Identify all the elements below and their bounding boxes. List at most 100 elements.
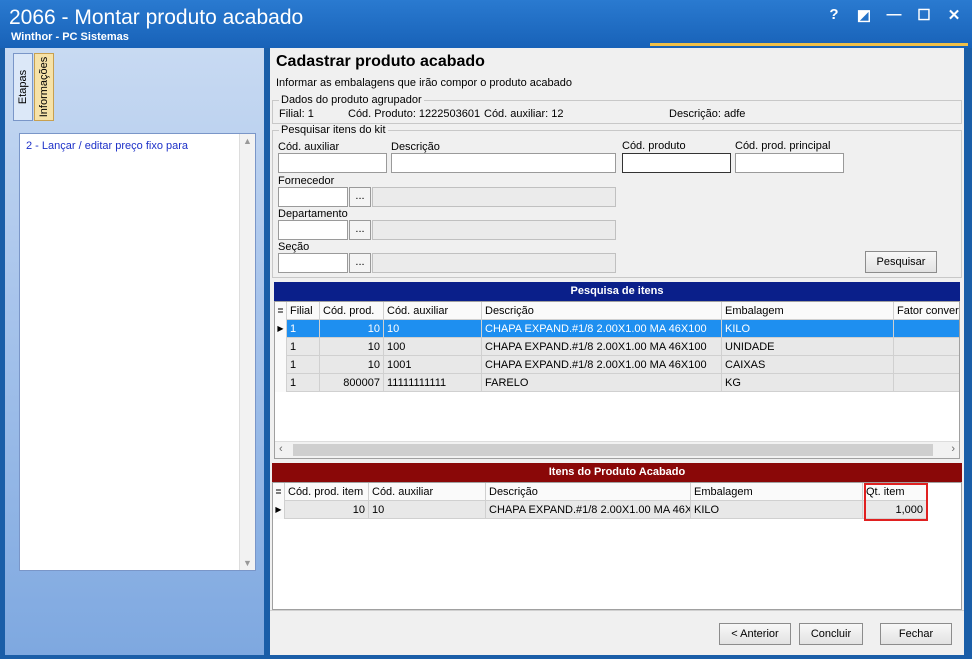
search-group: Pesquisar itens do kit Cód. auxiliar Des… [272,124,962,278]
button-bar: < Anterior Concluir Fechar [270,610,964,655]
scrollbar-thumb[interactable] [293,444,933,456]
cell: 1 [287,338,320,356]
scroll-left-icon[interactable]: ‹ [279,443,283,455]
itens-grid-title: Itens do Produto Acabado [272,463,962,482]
list-scrollbar[interactable]: ▲ ▼ [239,134,255,570]
fornecedor-label: Fornecedor [278,175,335,187]
row-indicator [275,356,287,374]
window-controls: ? ◩ — ☐ ✕ [826,6,962,24]
agrupador-legend: Dados do produto agrupador [279,94,424,106]
cell [894,320,959,338]
row-indicator-icon: ▶ [273,501,285,519]
cell: 800007 [320,374,384,392]
fechar-button[interactable]: Fechar [880,623,952,645]
cell: 1 [287,374,320,392]
agrupador-group: Dados do produto agrupador Filial: 1 Cód… [272,94,962,124]
maximize-icon[interactable]: ☐ [916,6,932,24]
departamento-input[interactable] [278,220,348,240]
cell: KILO [691,501,863,519]
cod-produto-label: Cód. produto [622,140,686,152]
secao-name-field [372,253,616,273]
fornecedor-name-field [372,187,616,207]
cell: 10 [320,356,384,374]
fornecedor-lookup-button[interactable]: ... [349,187,371,207]
cell: 1001 [384,356,482,374]
cod-prod-principal-label: Cód. prod. principal [735,140,831,152]
column-header[interactable]: Fator conver [894,302,959,320]
column-header[interactable]: Cód. auxiliar [369,483,486,501]
cell: 1 [287,356,320,374]
anterior-button[interactable]: < Anterior [719,623,791,645]
pesquisa-grid[interactable]: ≣ Filial Cód. prod. Cód. auxiliar Descri… [274,301,960,459]
concluir-button[interactable]: Concluir [799,623,863,645]
cell: 11111111111 [384,374,482,392]
window-title: 2066 - Montar produto acabado [9,6,304,29]
cell: CHAPA EXPAND.#1/8 2.00X1.00 MA 46X100 [482,338,722,356]
tab-informacoes-label: Informações [38,56,50,118]
horizontal-scrollbar[interactable]: ‹ › [275,441,959,458]
cod-prod-principal-input[interactable] [735,153,844,173]
cell: 1 [287,320,320,338]
filial-text: Filial: 1 [279,108,314,120]
cod-auxiliar-input[interactable] [278,153,387,173]
window-subtitle: Winthor - PC Sistemas [11,31,129,43]
help-icon[interactable]: ? [826,6,842,24]
departamento-lookup-button[interactable]: ... [349,220,371,240]
column-header[interactable]: Descrição [486,483,691,501]
cell: 10 [369,501,486,519]
main-panel: Cadastrar produto acabado Informar as em… [270,48,964,655]
scroll-down-icon[interactable]: ▼ [243,558,252,568]
title-bar: 2066 - Montar produto acabado Winthor - … [0,0,972,48]
column-chooser-icon[interactable]: ≣ [275,302,287,320]
cell: CHAPA EXPAND.#1/8 2.00X1.00 MA 46X100 [482,356,722,374]
tab-etapas[interactable]: Etapas [13,53,33,121]
column-header[interactable]: Cód. auxiliar [384,302,482,320]
itens-grid[interactable]: ≣ Cód. prod. item Cód. auxiliar Descriçã… [272,482,962,610]
column-header[interactable]: Embalagem [722,302,894,320]
accent-line [650,43,968,46]
minimize-icon[interactable]: — [886,6,902,24]
column-header[interactable]: Embalagem [691,483,863,501]
pesquisa-grid-title: Pesquisa de itens [274,282,960,301]
skin-icon[interactable]: ◩ [856,6,872,24]
cell [894,374,959,392]
fornecedor-input[interactable] [278,187,348,207]
descricao-input[interactable] [391,153,616,173]
row-indicator [275,374,287,392]
column-header[interactable]: Descrição [482,302,722,320]
close-icon[interactable]: ✕ [946,6,962,24]
column-header[interactable]: Cód. prod. [320,302,384,320]
pesquisar-button[interactable]: Pesquisar [865,251,937,273]
cod-produto-input[interactable] [622,153,731,173]
cell: 100 [384,338,482,356]
scroll-right-icon[interactable]: › [951,443,955,455]
scroll-up-icon[interactable]: ▲ [243,136,252,146]
cod-produto-text: Cód. Produto: 1222503601 [348,108,481,120]
descricao-label: Descrição [391,141,440,153]
list-item[interactable]: 2 - Lançar / editar preço fixo para [26,140,188,152]
tab-informacoes[interactable]: Informações [34,53,54,121]
cell: FARELO [482,374,722,392]
secao-lookup-button[interactable]: ... [349,253,371,273]
column-header[interactable]: Filial [287,302,320,320]
departamento-label: Departamento [278,208,348,220]
secao-label: Seção [278,241,310,253]
column-chooser-icon[interactable]: ≣ [273,483,285,501]
cell: KG [722,374,894,392]
cell: CHAPA EXPAND.#1/8 2.00X1.00 MA 46X [486,501,691,519]
page-title: Cadastrar produto acabado [276,53,485,70]
row-indicator [275,338,287,356]
secao-input[interactable] [278,253,348,273]
qt-item-highlight [864,483,928,521]
cell [894,338,959,356]
cell: 10 [320,320,384,338]
cell: 10 [285,501,369,519]
cell [894,356,959,374]
cell: CAIXAS [722,356,894,374]
search-legend: Pesquisar itens do kit [279,124,388,136]
departamento-name-field [372,220,616,240]
cell: UNIDADE [722,338,894,356]
cell: CHAPA EXPAND.#1/8 2.00X1.00 MA 46X100 [482,320,722,338]
descricao-text: Descrição: adfe [669,108,746,120]
column-header[interactable]: Cód. prod. item [285,483,369,501]
